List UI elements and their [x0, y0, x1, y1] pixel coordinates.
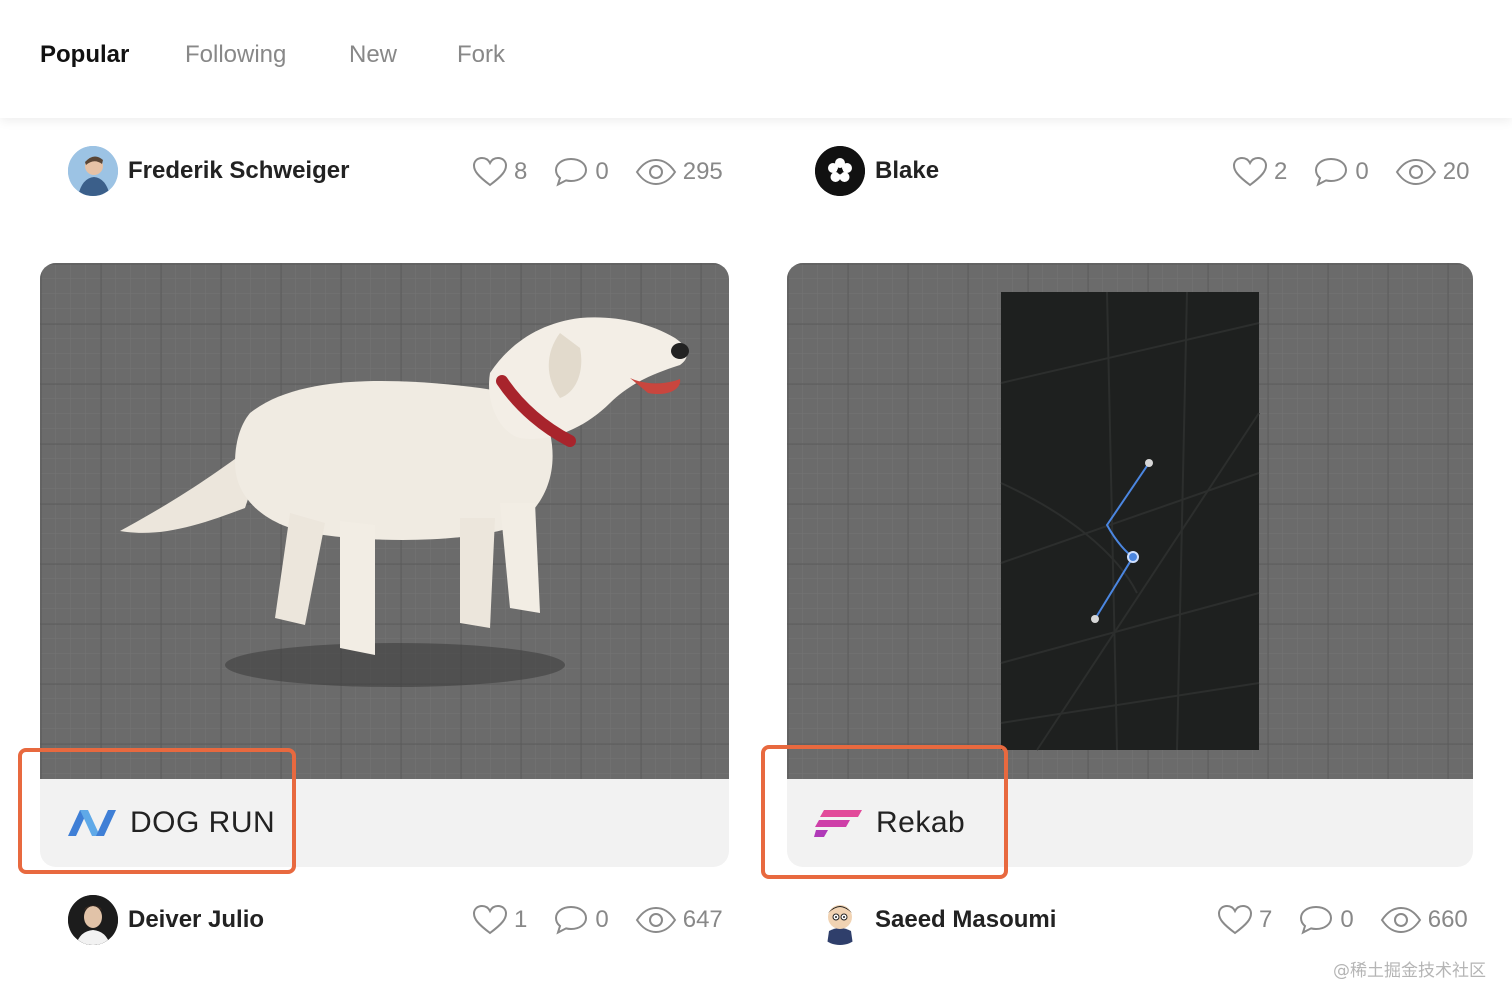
likes-stat[interactable]: 2 [1232, 156, 1287, 188]
tab-following[interactable]: Following [185, 40, 286, 70]
card-author[interactable]: Frederik Schweiger [68, 146, 349, 196]
project-card[interactable]: Rekab [787, 263, 1473, 867]
comments-stat[interactable]: 0 [1298, 904, 1354, 936]
project-name[interactable]: DOG RUN [130, 806, 275, 840]
comments-stat[interactable]: 0 [1313, 156, 1369, 188]
avatar-image-icon [68, 895, 118, 945]
card-author[interactable]: Blake [815, 146, 939, 196]
likes-count: 2 [1274, 158, 1288, 185]
eye-icon [1380, 906, 1421, 934]
heart-icon [1232, 156, 1268, 187]
views-count: 647 [682, 906, 723, 933]
comment-icon [1315, 157, 1348, 187]
views-count: 660 [1427, 906, 1468, 933]
heart-icon [1217, 904, 1253, 935]
card-author[interactable]: Deiver Julio [68, 895, 264, 945]
views-stat: 660 [1380, 906, 1468, 934]
author-name[interactable]: Frederik Schweiger [128, 157, 349, 185]
flower-logo-icon [815, 146, 865, 196]
avatar-image-icon [68, 146, 118, 196]
card-footer[interactable]: DOG RUN [40, 779, 729, 867]
comments-count: 0 [595, 158, 609, 185]
comments-count: 0 [1340, 906, 1354, 933]
card-preview-image[interactable] [787, 263, 1473, 779]
views-stat: 20 [1395, 158, 1470, 186]
likes-count: 1 [514, 906, 528, 933]
avatar[interactable] [68, 146, 118, 196]
project-name[interactable]: Rekab [876, 806, 965, 840]
views-stat: 295 [635, 158, 723, 186]
author-name[interactable]: Deiver Julio [128, 906, 264, 934]
likes-count: 8 [514, 158, 528, 185]
heart-icon [472, 156, 508, 187]
card-preview-image[interactable] [40, 263, 729, 779]
author-name[interactable]: Saeed Masoumi [875, 906, 1056, 934]
dog-illustration-icon [120, 317, 689, 687]
map-preview-icon [1000, 291, 1260, 751]
tabs-bar: Popular Following New Fork [0, 0, 1512, 118]
tab-fork[interactable]: Fork [457, 40, 505, 70]
comment-icon [555, 905, 588, 935]
rekab-logo-icon [814, 810, 862, 837]
likes-stat[interactable]: 8 [472, 156, 527, 188]
dog-run-logo-icon [68, 810, 116, 836]
avatar[interactable] [68, 895, 118, 945]
eye-icon [1395, 158, 1436, 186]
likes-stat[interactable]: 1 [472, 904, 527, 936]
comments-count: 0 [595, 906, 609, 933]
comments-count: 0 [1355, 158, 1369, 185]
author-name[interactable]: Blake [875, 157, 939, 185]
avatar[interactable] [815, 146, 865, 196]
watermark: @稀土掘金技术社区 [1333, 961, 1486, 981]
comments-stat[interactable]: 0 [553, 904, 609, 936]
likes-stat[interactable]: 7 [1217, 904, 1272, 936]
card-footer[interactable]: Rekab [787, 779, 1473, 867]
project-card[interactable]: DOG RUN [40, 263, 729, 867]
card-author[interactable]: Saeed Masoumi [815, 895, 1056, 945]
card-stats: 8 0 295 [472, 152, 723, 192]
likes-count: 7 [1259, 906, 1273, 933]
card-stats: 7 0 660 [1217, 900, 1468, 940]
heart-icon [472, 904, 508, 935]
comment-icon [1300, 905, 1333, 935]
eye-icon [635, 906, 676, 934]
cartoon-avatar-icon [815, 895, 865, 945]
tab-new[interactable]: New [349, 40, 397, 70]
card-stats: 2 0 20 [1232, 152, 1469, 192]
comments-stat[interactable]: 0 [553, 156, 609, 188]
comment-icon [555, 157, 588, 187]
views-count: 295 [682, 158, 723, 185]
eye-icon [635, 158, 676, 186]
views-count: 20 [1442, 158, 1470, 185]
card-stats: 1 0 647 [472, 900, 723, 940]
avatar[interactable] [815, 895, 865, 945]
views-stat: 647 [635, 906, 723, 934]
tab-popular[interactable]: Popular [40, 40, 129, 70]
